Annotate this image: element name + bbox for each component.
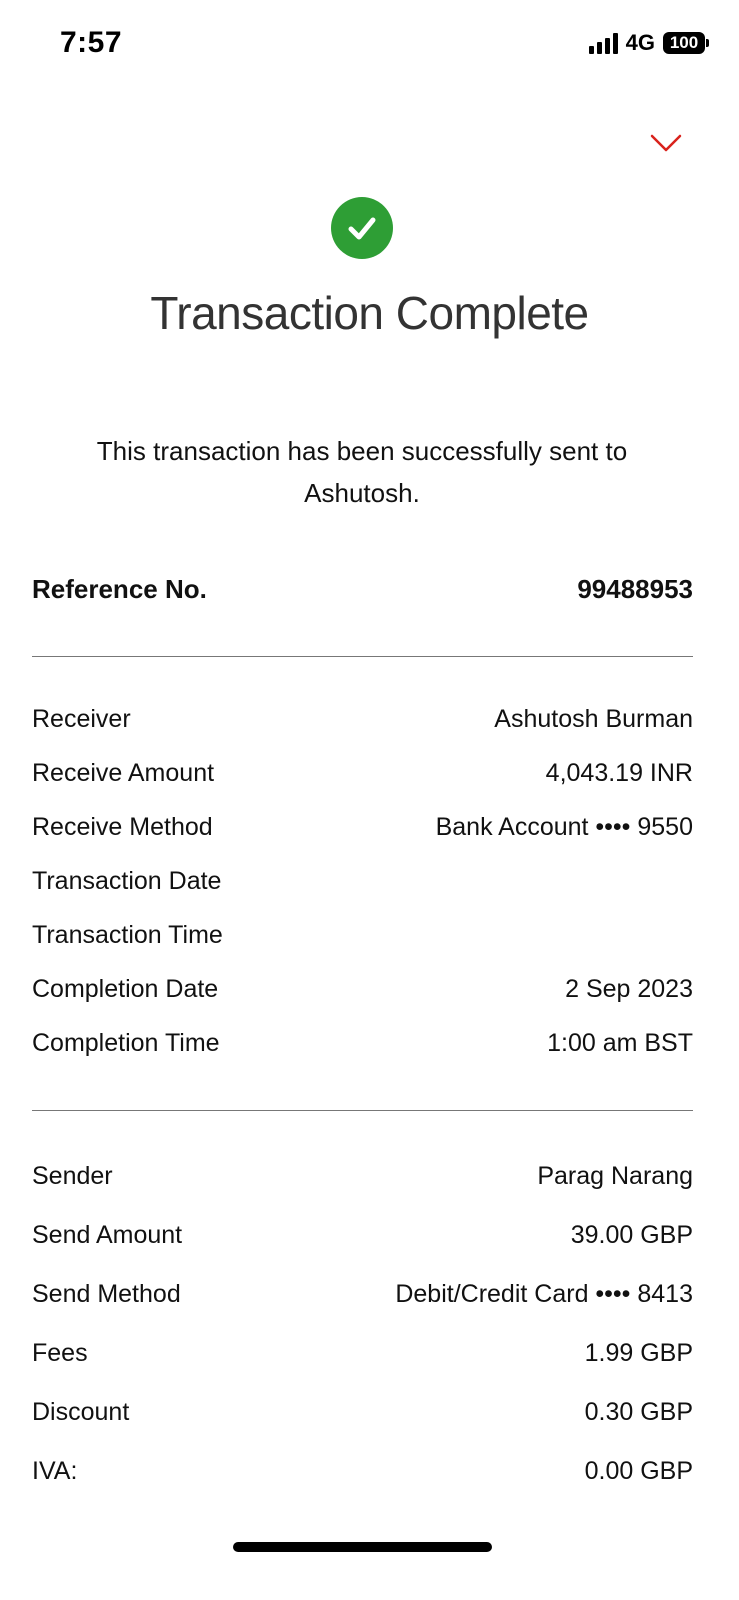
cellular-signal-icon: [588, 32, 618, 54]
battery-icon: 100: [663, 32, 709, 54]
detail-value: 0.00 GBP: [584, 1457, 693, 1485]
detail-row-sender: Sender Parag Narang: [32, 1162, 693, 1191]
detail-value: 1:00 am BST: [547, 1029, 693, 1057]
detail-row-receive-method: Receive Method Bank Account •••• 9550: [32, 813, 693, 842]
detail-label: IVA:: [32, 1457, 78, 1485]
detail-value: 39.00 GBP: [570, 1221, 693, 1249]
detail-label: Receive Amount: [32, 759, 215, 787]
detail-value: 1.99 GBP: [584, 1339, 693, 1367]
reference-row: Reference No. 99488953: [32, 574, 693, 605]
detail-label: Send Amount: [32, 1221, 183, 1249]
home-indicator[interactable]: [233, 1542, 492, 1552]
detail-value: Parag Narang: [537, 1162, 693, 1190]
detail-row-receiver: Receiver Ashutosh Burman: [32, 705, 693, 734]
detail-row-transaction-time: Transaction Time: [32, 921, 693, 950]
detail-label: Transaction Time: [32, 921, 223, 949]
detail-value: Ashutosh Burman: [494, 705, 693, 733]
reference-label: Reference No.: [32, 574, 207, 604]
detail-row-send-amount: Send Amount 39.00 GBP: [32, 1221, 693, 1250]
detail-row-transaction-date: Transaction Date: [32, 867, 693, 896]
detail-label: Discount: [32, 1398, 130, 1426]
divider: [32, 1110, 693, 1111]
detail-label: Completion Time: [32, 1029, 220, 1057]
detail-label: Transaction Date: [32, 867, 222, 895]
status-indicators: 4G 100: [588, 30, 709, 56]
checkmark-circle-icon: [331, 197, 393, 259]
status-bar: 7:57 4G 100: [0, 0, 739, 90]
checkmark-icon: [348, 217, 376, 240]
detail-value: 4,043.19 INR: [545, 759, 693, 787]
dismiss-button[interactable]: [648, 126, 684, 162]
detail-label: Receiver: [32, 705, 131, 733]
reference-value: 99488953: [577, 574, 693, 604]
network-type-label: 4G: [625, 30, 655, 55]
detail-value: 0.30 GBP: [584, 1398, 693, 1426]
detail-value: Debit/Credit Card •••• 8413: [395, 1280, 693, 1308]
detail-row-discount: Discount 0.30 GBP: [32, 1398, 693, 1427]
detail-row-completion-time: Completion Time 1:00 am BST: [32, 1029, 693, 1058]
detail-row-receive-amount: Receive Amount 4,043.19 INR: [32, 759, 693, 788]
detail-row-iva: IVA: 0.00 GBP: [32, 1457, 693, 1486]
detail-row-fees: Fees 1.99 GBP: [32, 1339, 693, 1368]
status-time: 7:57: [60, 26, 123, 59]
detail-label: Sender: [32, 1162, 113, 1190]
detail-label: Fees: [32, 1339, 88, 1367]
detail-row-send-method: Send Method Debit/Credit Card •••• 8413: [32, 1280, 693, 1309]
detail-label: Completion Date: [32, 975, 219, 1003]
detail-value: 2 Sep 2023: [565, 975, 693, 1003]
chevron-down-icon: [650, 134, 682, 152]
battery-level: 100: [663, 32, 705, 54]
success-message: This transaction has been successfully s…: [96, 436, 628, 508]
detail-label: Receive Method: [32, 813, 213, 841]
divider: [32, 656, 693, 657]
detail-label: Send Method: [32, 1280, 181, 1308]
detail-row-completion-date: Completion Date 2 Sep 2023: [32, 975, 693, 1004]
detail-value: Bank Account •••• 9550: [435, 813, 693, 841]
page-title: Transaction Complete: [150, 287, 589, 339]
